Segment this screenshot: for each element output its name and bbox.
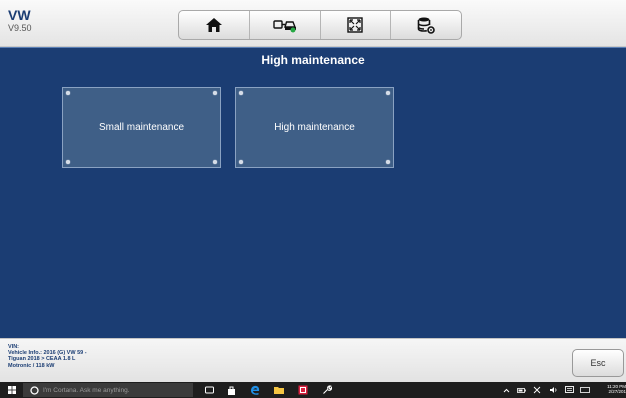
footer-bar: VIN: Vehicle Info.: 2016 (G) VW 59 - Tig… bbox=[0, 338, 626, 383]
rivet-icon bbox=[386, 91, 390, 95]
rivet-icon bbox=[213, 91, 217, 95]
page-title: High maintenance bbox=[261, 53, 365, 67]
windows-taskbar: I'm Cortana. Ask me anything. 11:20 PM 2… bbox=[0, 382, 626, 398]
store-bag-icon bbox=[227, 386, 235, 395]
small-maintenance-tile[interactable]: Small maintenance bbox=[62, 87, 221, 168]
app-name: VW bbox=[8, 7, 31, 23]
tool-app-button[interactable] bbox=[320, 382, 334, 398]
chevron-up-icon bbox=[503, 388, 509, 392]
battery-icon[interactable] bbox=[515, 382, 527, 398]
tile-label: High maintenance bbox=[274, 122, 355, 133]
home-button[interactable] bbox=[179, 11, 250, 39]
toolbar bbox=[178, 10, 462, 40]
database-settings-button[interactable] bbox=[391, 11, 461, 39]
wrench-icon bbox=[323, 385, 332, 394]
keyboard-shape-icon bbox=[580, 387, 590, 393]
task-view-button[interactable] bbox=[202, 382, 216, 398]
rivet-icon bbox=[386, 160, 390, 164]
app-version: V9.50 bbox=[8, 23, 32, 33]
store-button[interactable] bbox=[224, 382, 238, 398]
edge-icon bbox=[251, 385, 260, 395]
speaker-icon bbox=[549, 387, 556, 393]
volume-icon[interactable] bbox=[547, 382, 559, 398]
esc-button[interactable]: Esc bbox=[572, 349, 624, 377]
database-settings-icon bbox=[417, 17, 435, 34]
app-window: VW V9.50 High maintenance Small maintena… bbox=[0, 0, 626, 398]
home-icon bbox=[205, 18, 222, 32]
tile-label: Small maintenance bbox=[98, 122, 185, 133]
battery-shape-icon bbox=[516, 387, 526, 393]
cortana-circle-icon bbox=[30, 385, 39, 395]
cortana-search-box[interactable]: I'm Cortana. Ask me anything. bbox=[23, 383, 193, 397]
pinned-app-button[interactable] bbox=[296, 382, 310, 398]
rivet-icon bbox=[66, 91, 70, 95]
fullscreen-icon bbox=[347, 17, 364, 33]
network-x-icon bbox=[533, 386, 541, 394]
message-icon bbox=[564, 386, 574, 393]
clock[interactable]: 11:20 PM 2/27/201 bbox=[592, 384, 626, 394]
folder-icon bbox=[274, 387, 284, 394]
windows-start-button[interactable] bbox=[5, 382, 19, 398]
keyboard-icon[interactable] bbox=[579, 382, 591, 398]
rivet-icon bbox=[213, 160, 217, 164]
brand: VW V9.50 bbox=[8, 8, 32, 34]
vehicle-swap-button[interactable] bbox=[250, 11, 321, 39]
vehicle-info-line: Motronic / 118 kW bbox=[8, 362, 55, 369]
vehicle-swap-icon bbox=[272, 20, 296, 33]
vehicle-info-line: Tiguan 2018 > CEAA 1.8 L bbox=[8, 356, 76, 363]
rivet-icon bbox=[239, 160, 243, 164]
high-maintenance-tile[interactable]: High maintenance bbox=[235, 87, 394, 168]
content-area: Small maintenance High maintenance bbox=[0, 72, 626, 338]
fullscreen-button[interactable] bbox=[321, 11, 392, 39]
rivet-icon bbox=[239, 91, 243, 95]
clock-date: 2/27/201 bbox=[608, 389, 626, 394]
edge-browser-button[interactable] bbox=[248, 382, 262, 398]
page-title-bar: High maintenance bbox=[0, 47, 626, 73]
windows-logo-icon bbox=[8, 386, 16, 394]
file-explorer-button[interactable] bbox=[272, 382, 286, 398]
red-app-icon bbox=[298, 385, 308, 395]
tray-chevron-up-icon[interactable] bbox=[500, 382, 512, 398]
top-bar: VW V9.50 bbox=[0, 0, 626, 47]
search-placeholder: I'm Cortana. Ask me anything. bbox=[43, 386, 130, 394]
network-icon[interactable] bbox=[531, 382, 543, 398]
rivet-icon bbox=[66, 160, 70, 164]
vehicle-info: VIN: Vehicle Info.: 2016 (G) VW 59 - Tig… bbox=[8, 344, 87, 369]
action-center-icon[interactable] bbox=[563, 382, 575, 398]
task-view-icon bbox=[204, 386, 214, 394]
